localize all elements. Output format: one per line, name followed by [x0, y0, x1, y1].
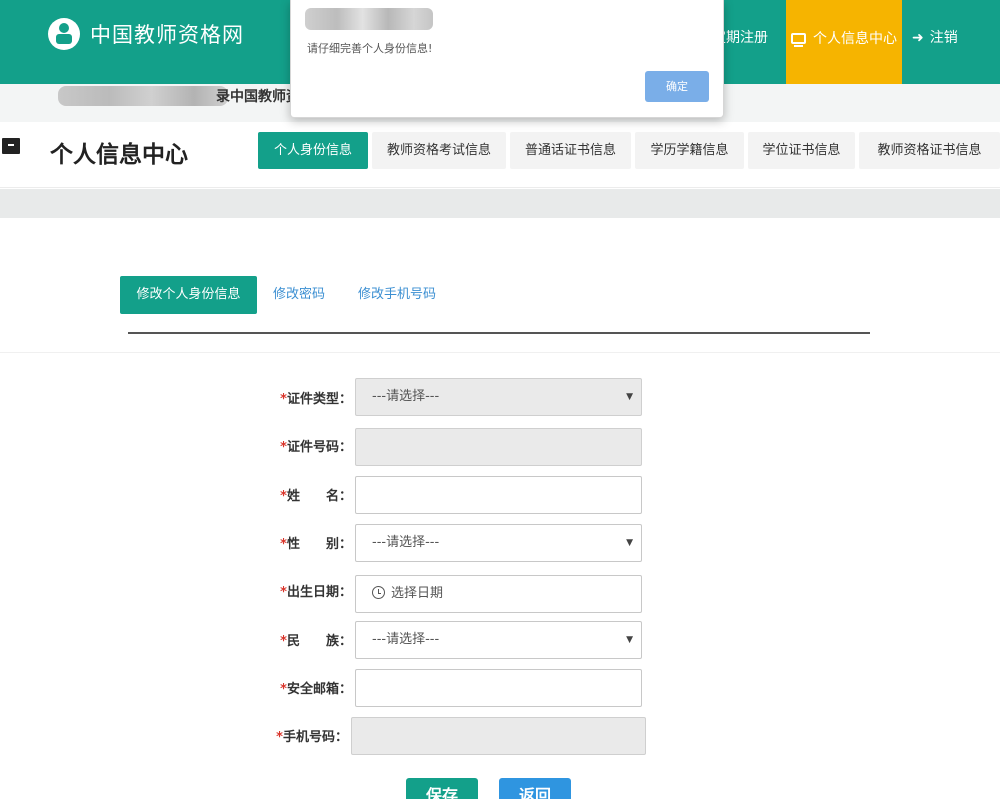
- gender-value: ---请选择---: [372, 535, 440, 550]
- breadcrumb-text: 录中国教师资: [216, 89, 300, 105]
- dialog-message: 请仔细完善个人身份信息!: [307, 42, 433, 55]
- birth-date-placeholder: 选择日期: [391, 586, 444, 601]
- page-title: 个人信息中心: [50, 142, 188, 168]
- label-email: *安全邮箱：: [280, 682, 352, 697]
- tab-mandarin-cert[interactable]: 普通话证书信息: [510, 132, 631, 169]
- id-type-select[interactable]: ---请选择--- ▼: [355, 378, 642, 416]
- ethnicity-value: ---请选择---: [372, 632, 440, 647]
- subtab-edit-identity[interactable]: 修改个人身份信息: [120, 276, 257, 314]
- tab-personal-identity[interactable]: 个人身份信息: [258, 132, 368, 169]
- id-type-value: ---请选择---: [372, 389, 440, 404]
- blurred-username: [58, 86, 228, 106]
- save-button[interactable]: 保存: [406, 778, 478, 799]
- monitor-icon: [791, 32, 806, 47]
- section-divider: [0, 352, 1000, 353]
- tab-exam-info[interactable]: 教师资格考试信息: [372, 132, 506, 169]
- nav-logout-label: 注销: [929, 30, 958, 46]
- label-gender: *性 别：: [280, 537, 352, 552]
- archive-icon: [2, 138, 20, 154]
- subtab-change-phone[interactable]: 修改手机号码: [358, 276, 436, 314]
- back-button[interactable]: 返回: [499, 778, 571, 799]
- id-number-field[interactable]: [355, 428, 642, 466]
- dialog-blurred-title: [305, 8, 433, 30]
- tab-degree-cert[interactable]: 学位证书信息: [748, 132, 855, 169]
- label-name: *姓 名：: [280, 489, 352, 504]
- caret-down-icon: ▼: [626, 538, 633, 548]
- dialog-ok-button[interactable]: 确定: [645, 71, 709, 102]
- label-phone: *手机号码：: [276, 730, 348, 745]
- nav-logout[interactable]: ➜ 注销: [912, 0, 958, 76]
- subtab-underline: [128, 332, 870, 334]
- site-logo[interactable]: 中国教师资格网: [48, 18, 244, 50]
- alert-dialog: 请仔细完善个人身份信息! 确定: [290, 0, 724, 118]
- ethnicity-select[interactable]: ---请选择--- ▼: [355, 621, 642, 659]
- nav-info-center-label: 个人信息中心: [813, 31, 897, 47]
- caret-down-icon: ▼: [626, 635, 633, 645]
- site-name: 中国教师资格网: [90, 23, 244, 47]
- birth-date-picker[interactable]: 选择日期: [355, 575, 642, 613]
- label-ethnicity: *民 族：: [280, 634, 352, 649]
- divider-band: [0, 189, 1000, 218]
- subtab-change-password[interactable]: 修改密码: [273, 276, 325, 314]
- caret-down-icon: ▼: [626, 392, 633, 402]
- gender-select[interactable]: ---请选择--- ▼: [355, 524, 642, 562]
- name-field[interactable]: [355, 476, 642, 514]
- nav-info-center[interactable]: 个人信息中心: [786, 0, 902, 84]
- tab-education-info[interactable]: 学历学籍信息: [635, 132, 744, 169]
- logout-icon: ➜: [912, 30, 924, 46]
- label-id-type: *证件类型：: [280, 392, 352, 407]
- clock-icon: [372, 586, 385, 599]
- email-field[interactable]: [355, 669, 642, 707]
- tab-teacher-cert[interactable]: 教师资格证书信息: [859, 132, 1000, 169]
- label-id-number: *证件号码：: [280, 440, 352, 455]
- teacher-logo-icon: [48, 18, 80, 50]
- label-birth-date: *出生日期：: [280, 585, 352, 600]
- phone-field[interactable]: [351, 717, 646, 755]
